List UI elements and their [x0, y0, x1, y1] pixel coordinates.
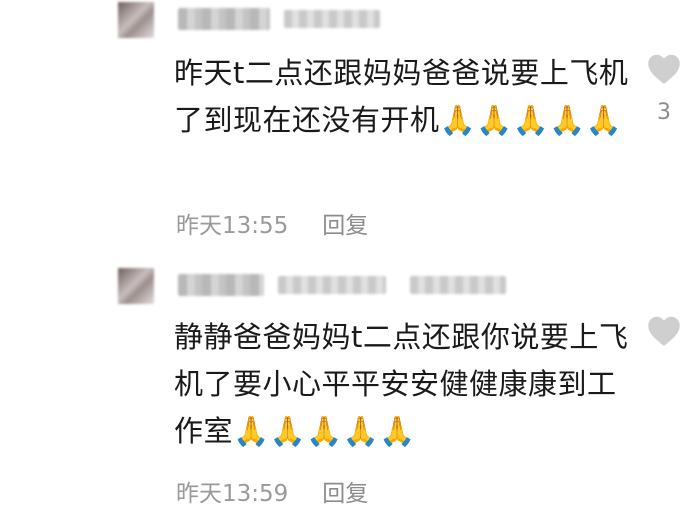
- like-area: 3: [640, 52, 688, 125]
- comment-text: 昨天t二点还跟妈妈爸爸说要上飞机了到现在还没有开机🙏🙏🙏🙏🙏: [174, 56, 629, 137]
- comment-meta: 昨天13:55 回复: [176, 206, 368, 240]
- username-blurred[interactable]: [178, 8, 270, 30]
- username-blurred[interactable]: [178, 274, 264, 296]
- reply-button[interactable]: 回复: [322, 474, 368, 508]
- username-blurred-extra: [278, 276, 386, 294]
- comment-meta: 昨天13:59 回复: [176, 474, 368, 508]
- username-blurred-extra: [284, 10, 380, 28]
- heart-outline-icon[interactable]: [646, 52, 682, 86]
- comment-timestamp: 昨天13:59: [176, 481, 289, 507]
- comment-text: 静静爸爸妈妈t二点还跟你说要上飞机了要小心平平安安健健康康到工作室🙏🙏🙏🙏🙏: [174, 320, 629, 448]
- avatar[interactable]: [118, 2, 154, 38]
- like-area: [640, 314, 688, 362]
- comment-item: 静静爸爸妈妈t二点还跟你说要上飞机了要小心平平安安健健康康到工作室🙏🙏🙏🙏🙏 昨…: [0, 262, 700, 527]
- reply-button[interactable]: 回复: [322, 206, 368, 240]
- username-blurred-extra: [410, 276, 506, 294]
- comment-timestamp: 昨天13:55: [176, 213, 289, 239]
- like-count: 3: [657, 100, 671, 125]
- comment-item: 昨天t二点还跟妈妈爸爸说要上飞机了到现在还没有开机🙏🙏🙏🙏🙏 昨天13:55 回…: [0, 0, 700, 262]
- heart-outline-icon[interactable]: [646, 314, 682, 348]
- avatar[interactable]: [118, 268, 154, 304]
